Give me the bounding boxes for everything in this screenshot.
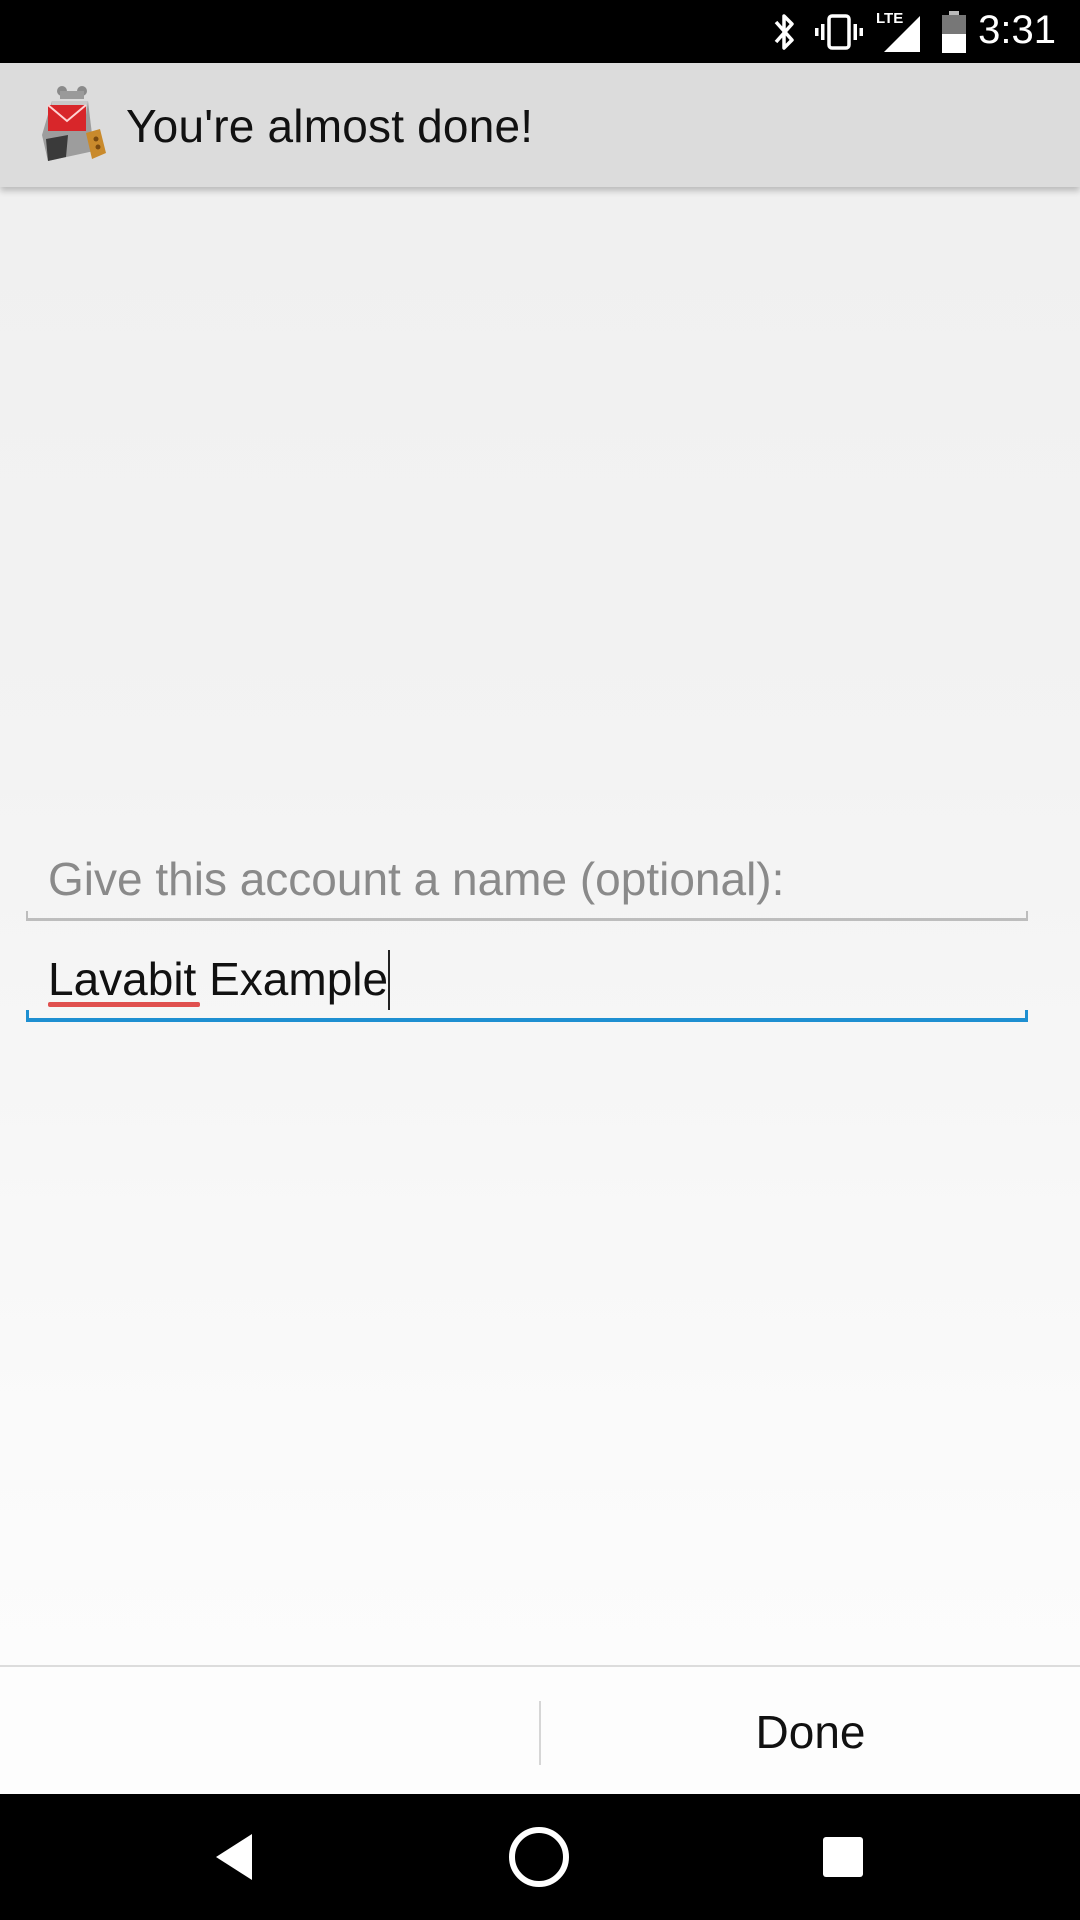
page-title: You're almost done! <box>126 100 534 152</box>
empty-button-slot <box>0 1667 539 1796</box>
spellcheck-underline <box>48 1002 200 1007</box>
account-name-label-field: Give this account a name (optional): <box>26 846 1028 921</box>
action-bar: You're almost done! <box>0 63 1080 187</box>
input-edge-right <box>1025 1010 1028 1022</box>
vibrate-icon <box>815 14 863 50</box>
lte-label: LTE <box>876 10 903 27</box>
recents-icon[interactable] <box>808 1822 878 1892</box>
lte-signal-icon: LTE <box>876 10 920 52</box>
battery-icon <box>942 11 966 53</box>
button-bar: Done <box>0 1665 1080 1796</box>
home-icon[interactable] <box>504 1822 574 1892</box>
status-time: 3:31 <box>978 8 1056 52</box>
bluetooth-icon <box>774 14 794 50</box>
status-bar: LTE 3:31 <box>0 0 1080 63</box>
text-caret <box>388 950 390 1010</box>
account-name-value[interactable]: Lavabit Example <box>48 952 388 1006</box>
navigation-bar <box>0 1794 1080 1920</box>
account-name-label: Give this account a name (optional): <box>48 853 785 905</box>
input-edge-left <box>26 1010 29 1022</box>
done-button-label: Done <box>755 1705 866 1758</box>
account-name-input[interactable]: Lavabit Example <box>26 948 1028 1022</box>
back-icon[interactable] <box>202 1822 272 1892</box>
screen: LTE 3:31 You're almost done! Give this a… <box>0 0 1080 1920</box>
done-button[interactable]: Done <box>541 1667 1080 1796</box>
field-edge-left <box>26 911 28 921</box>
app-mail-robot-icon <box>42 86 106 161</box>
field-edge-right <box>1026 911 1028 921</box>
